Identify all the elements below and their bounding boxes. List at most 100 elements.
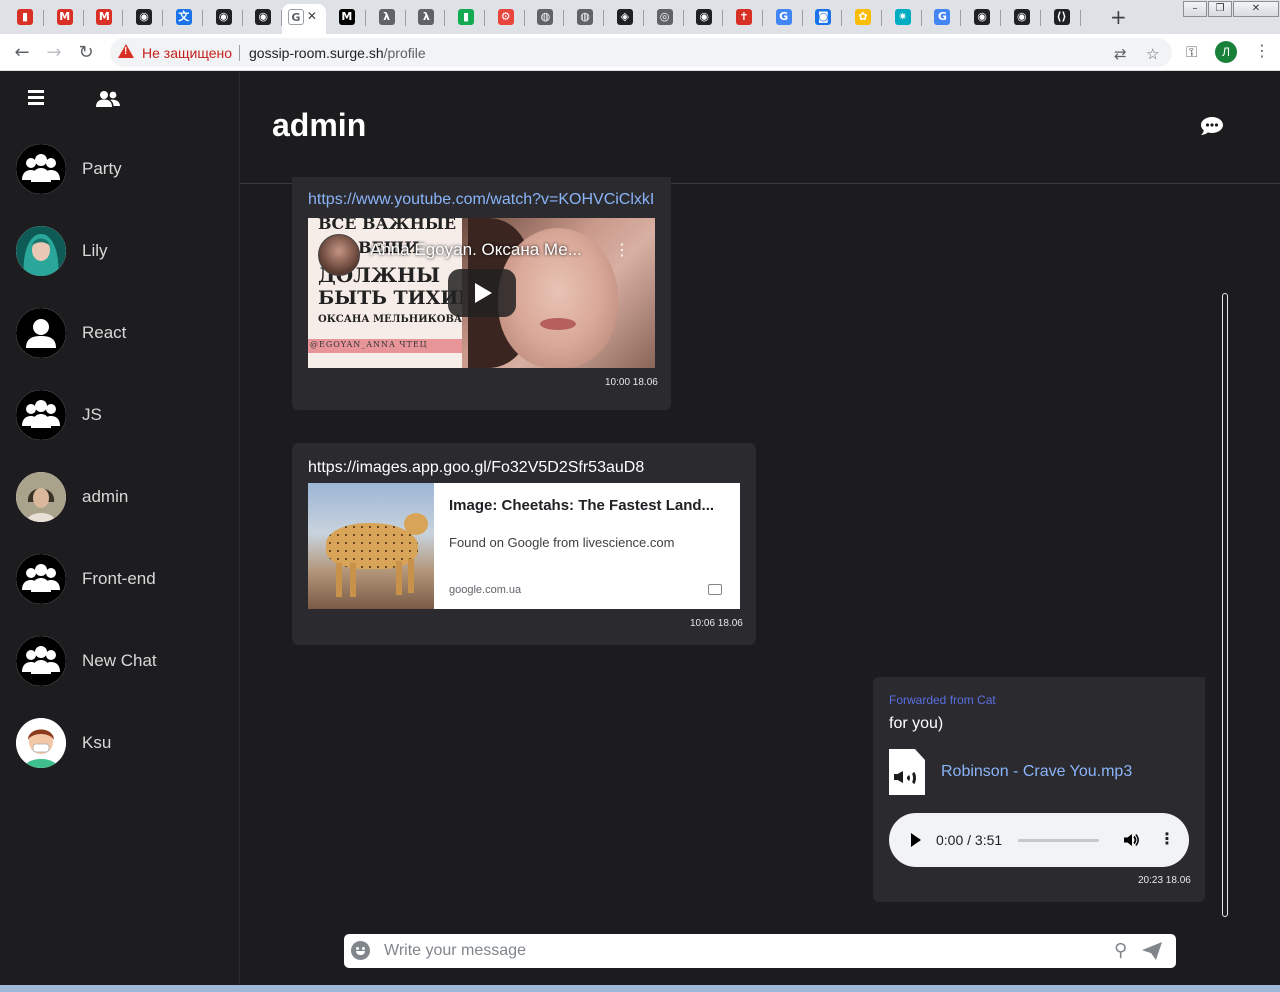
attach-icon[interactable]: ⚲: [1114, 940, 1127, 961]
browser-tab[interactable]: ◈: [604, 4, 644, 32]
messages-scrollbar[interactable]: [1222, 293, 1228, 917]
chat-name: Party: [82, 159, 122, 178]
browser-tab[interactable]: ▮: [445, 4, 485, 32]
gmail-icon: M: [56, 9, 73, 25]
cheetah-leg: [408, 559, 414, 593]
emoji-icon[interactable]: [351, 941, 370, 960]
video-menu-icon[interactable]: ⋮: [614, 240, 630, 259]
message-input[interactable]: [384, 939, 1104, 963]
restore-button[interactable]: ❐: [1208, 1, 1232, 17]
browser-menu-icon[interactable]: ⋮: [1254, 41, 1270, 60]
browser-tab[interactable]: ◙: [802, 4, 843, 32]
page-title: admin: [272, 107, 367, 143]
sidebar-chat-item[interactable]: Lily: [0, 217, 239, 299]
browser-tab[interactable]: ◉: [203, 4, 243, 32]
back-arrow-icon[interactable]: ←: [9, 40, 35, 66]
browser-tab[interactable]: ✿: [842, 4, 882, 32]
audio-file-name[interactable]: Robinson - Crave You.mp3: [941, 763, 1132, 781]
browser-tab[interactable]: λ: [405, 4, 446, 32]
chat-name: React: [82, 323, 127, 342]
mongodb-icon: ▮: [458, 9, 474, 25]
browser-tab[interactable]: 文: [163, 4, 203, 32]
video-title[interactable]: Anna Egoyan. Оксана Ме...: [370, 240, 582, 260]
group-icon: [16, 554, 66, 604]
browser-tab[interactable]: ⚙: [485, 4, 525, 32]
play-button-icon[interactable]: [448, 269, 516, 317]
browser-tab[interactable]: ▮: [4, 4, 44, 32]
forward-arrow-icon[interactable]: →: [41, 40, 67, 66]
thumb-tag: @EGOYAN_ANNA ЧТЕЦ: [310, 340, 428, 349]
browser-tab[interactable]: ✷: [882, 4, 922, 32]
translate-icon[interactable]: ⇄: [1114, 45, 1127, 63]
external-link-icon[interactable]: [708, 584, 722, 595]
browser-tab[interactable]: ◍: [524, 4, 565, 32]
profile-avatar[interactable]: Л: [1215, 41, 1237, 63]
preview-title[interactable]: Image: Cheetahs: The Fastest Land...: [449, 497, 714, 514]
key-icon[interactable]: ⚿: [1186, 43, 1197, 61]
code-icon: ⟨⟩: [1053, 9, 1070, 25]
browser-tab[interactable]: ◍: [564, 4, 605, 32]
cube-icon: ◈: [616, 9, 633, 25]
browser-tab[interactable]: M: [44, 4, 84, 32]
audio-file-icon[interactable]: [889, 749, 925, 795]
sidebar-chat-item[interactable]: React: [0, 299, 239, 381]
photos-icon: ✿: [855, 9, 871, 25]
channel-avatar[interactable]: [318, 234, 360, 276]
message-time: 20:23 18.06: [1138, 875, 1191, 886]
message-composer: ⚲: [344, 934, 1176, 968]
chat-name: Lily: [82, 241, 108, 260]
menu-icon[interactable]: [28, 90, 44, 105]
message-link[interactable]: https://images.app.goo.gl/Fo32V5D2Sfr53a…: [308, 459, 644, 477]
browser-tab[interactable]: ✝: [723, 4, 763, 32]
browser-tab[interactable]: ◉: [1001, 4, 1041, 32]
reload-icon[interactable]: ↻: [73, 40, 99, 66]
browser-tab[interactable]: ◎: [644, 4, 684, 32]
insecure-label[interactable]: Не защищено: [142, 45, 232, 61]
github-icon: ◉: [255, 9, 272, 25]
send-icon[interactable]: [1142, 942, 1162, 960]
browser-tab[interactable]: ◉: [961, 4, 1002, 32]
contacts-icon[interactable]: [96, 90, 120, 108]
browser-tab[interactable]: ◉: [242, 4, 283, 32]
url-text[interactable]: gossip-room.surge.sh/profile: [249, 45, 426, 61]
browser-tab[interactable]: ◉: [123, 4, 164, 32]
audio-play-icon[interactable]: [911, 833, 921, 847]
sidebar-chat-item[interactable]: Ksu: [0, 709, 239, 791]
os-taskbar: [0, 985, 1280, 992]
volume-icon[interactable]: [1123, 832, 1139, 848]
chat-bubble-icon[interactable]: [1201, 117, 1223, 135]
star-burst-icon: ✷: [894, 9, 911, 25]
sidebar-chat-item[interactable]: JS: [0, 381, 239, 463]
warning-icon[interactable]: [118, 44, 134, 58]
circle-icon: ◎: [656, 9, 673, 25]
lambda-icon: λ: [378, 9, 395, 25]
audio-progress-bar[interactable]: [1018, 839, 1099, 842]
browser-tab[interactable]: G: [763, 4, 803, 32]
close-window-button[interactable]: ✕: [1233, 1, 1279, 17]
link-preview-card[interactable]: Image: Cheetahs: The Fastest Land... Fou…: [308, 483, 740, 609]
sidebar-chat-item[interactable]: admin: [0, 463, 239, 545]
sidebar-chat-item[interactable]: New Chat: [0, 627, 239, 709]
browser-tab[interactable]: M: [326, 4, 366, 32]
audio-options-icon[interactable]: ⋮: [1159, 829, 1175, 848]
address-bar[interactable]: Не защищено gossip-room.surge.sh/profile…: [110, 38, 1172, 67]
minimize-button[interactable]: –: [1183, 1, 1207, 17]
group-icon: [16, 636, 66, 686]
google-icon: G: [775, 9, 792, 25]
browser-tab[interactable]: λ: [366, 4, 406, 32]
browser-tab[interactable]: ◉: [683, 4, 724, 32]
cheetah-head: [404, 513, 428, 535]
youtube-embed[interactable]: ВСЕ ВАЖНЫЕ ВЕЩИ ДОЛЖНЫ БЫТЬ ТИХИМИ ОКСАН…: [308, 218, 655, 368]
browser-tab[interactable]: G: [921, 4, 962, 32]
app-icon: ◙: [815, 9, 832, 25]
browser-tab[interactable]: ⟨⟩: [1041, 4, 1081, 32]
browser-tab[interactable]: M: [83, 4, 124, 32]
bookmark-star-icon[interactable]: ☆: [1146, 45, 1159, 63]
browser-tab[interactable]: ✕ G: [281, 4, 326, 34]
sidebar-chat-item[interactable]: Party: [0, 135, 239, 217]
close-tab-icon[interactable]: ✕: [307, 9, 317, 23]
sidebar-chat-item[interactable]: Front-end: [0, 545, 239, 627]
new-tab-button[interactable]: +: [1110, 5, 1127, 29]
forwarded-label[interactable]: Forwarded from Cat: [889, 693, 996, 707]
message-link[interactable]: https://www.youtube.com/watch?v=KOHVCiCl…: [308, 191, 654, 209]
